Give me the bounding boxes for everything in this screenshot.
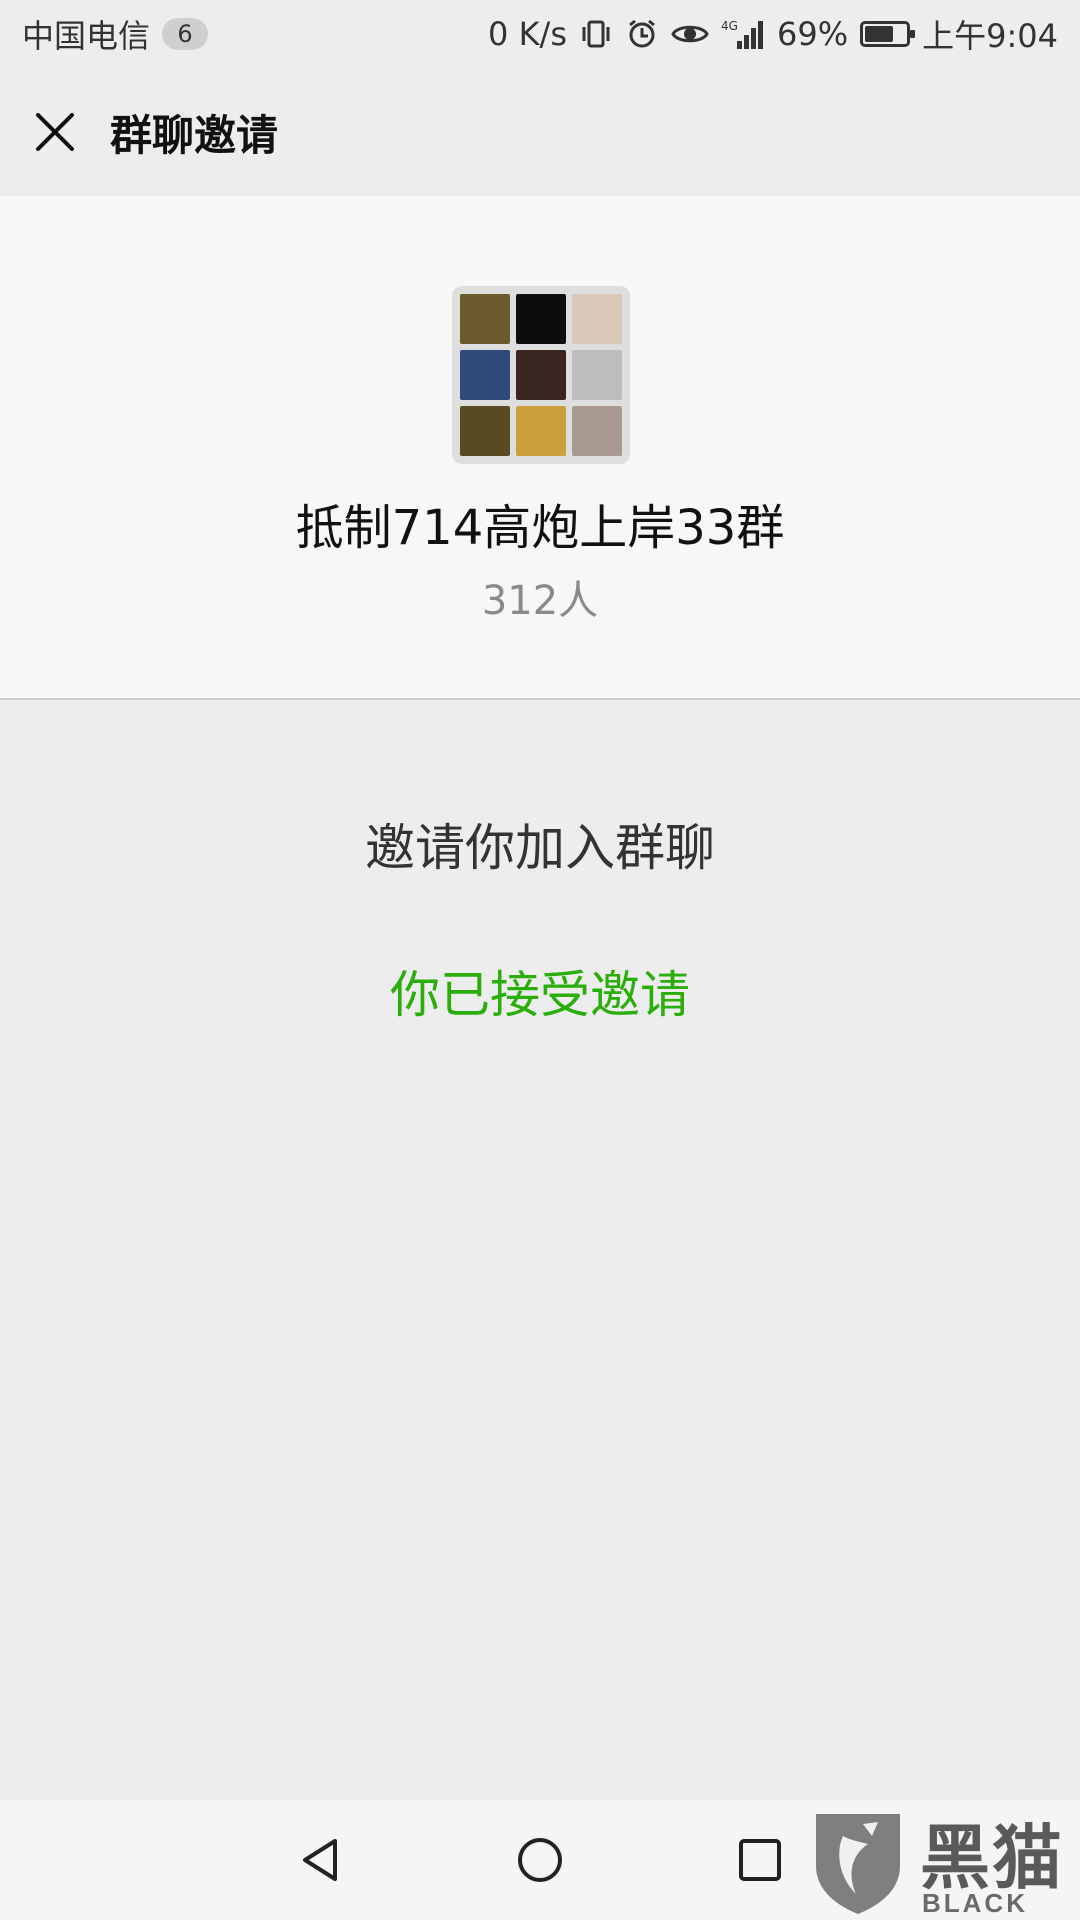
recents-icon[interactable] [720, 1820, 800, 1900]
back-icon[interactable] [280, 1820, 360, 1900]
page-title: 群聊邀请 [110, 110, 279, 160]
battery-icon [860, 21, 916, 47]
avatar-tile [516, 406, 566, 456]
eye-icon [671, 19, 709, 49]
system-nav-bar [0, 1800, 1080, 1920]
status-right: 0 K/s 4G 69% 上午9:04 [488, 11, 1058, 57]
status-left: 中国电信 6 [22, 11, 209, 57]
member-count: 312人 [481, 578, 599, 624]
battery-percent: 69% [777, 15, 849, 53]
signal-icon: 4G [721, 17, 765, 51]
group-name: 抵制714高炮上岸33群 [295, 500, 785, 556]
avatar-tile [460, 294, 510, 344]
notification-badge: 6 [162, 18, 209, 50]
avatar-tile [516, 350, 566, 400]
vibrate-icon [579, 17, 613, 51]
avatar-tile [572, 350, 622, 400]
header-bar: 群聊邀请 [0, 68, 1080, 196]
avatar-tile [572, 406, 622, 456]
status-bar: 中国电信 6 0 K/s 4G 69% 上午9:04 [0, 0, 1080, 68]
network-label: 4G [721, 19, 738, 33]
group-card: 抵制714高炮上岸33群 312人 [0, 196, 1080, 700]
avatar-tile [572, 294, 622, 344]
net-speed: 0 K/s [488, 15, 567, 53]
invite-message: 邀请你加入群聊 [365, 819, 715, 877]
alarm-icon [625, 17, 659, 51]
avatar-tile [460, 350, 510, 400]
accepted-status: 你已接受邀请 [390, 966, 690, 1024]
close-icon[interactable] [30, 107, 80, 157]
avatar-tile [460, 406, 510, 456]
avatar-tile [516, 294, 566, 344]
home-icon[interactable] [500, 1820, 580, 1900]
carrier-label: 中国电信 [22, 17, 151, 55]
clock: 上午9:04 [922, 17, 1058, 55]
group-avatar[interactable] [452, 286, 630, 464]
